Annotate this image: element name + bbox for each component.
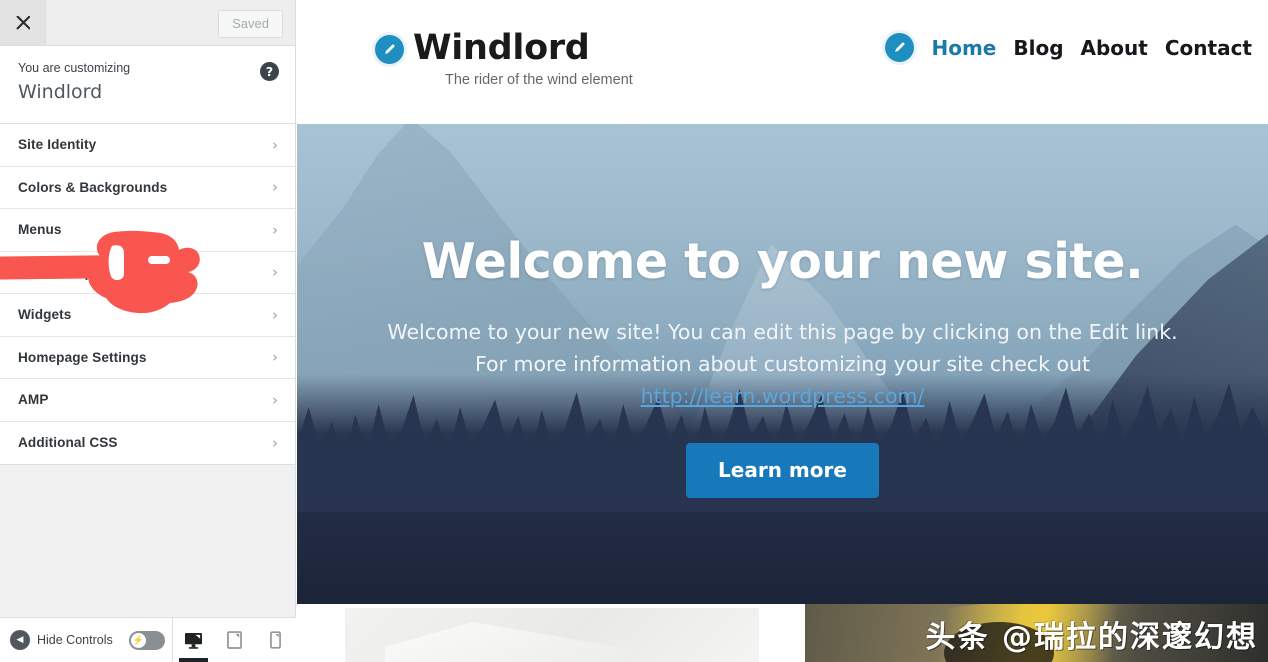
nav-link-about[interactable]: About <box>1081 36 1148 60</box>
watermark-text: 头条 @瑞拉的深邃幻想 <box>925 620 1258 655</box>
nav-link-contact[interactable]: Contact <box>1165 36 1252 60</box>
site-nav: Home Blog About Contact <box>885 33 1252 62</box>
customizing-site-name: Windlord <box>18 81 103 103</box>
tablet-icon <box>227 631 242 649</box>
hide-controls-button[interactable]: ◀ Hide Controls ⚡ <box>0 618 172 662</box>
customizer-footer: ◀ Hide Controls ⚡ <box>0 617 296 662</box>
chevron-right-icon: › <box>272 433 278 452</box>
site-title: Windlord <box>413 28 590 68</box>
lightning-bolt-icon: ⚡ <box>130 632 146 648</box>
sidebar-item-amp[interactable]: AMP › <box>0 379 295 422</box>
chevron-right-icon: › <box>272 305 278 324</box>
chevron-right-icon: › <box>272 390 278 409</box>
nav-pencil-icon[interactable] <box>885 33 915 62</box>
customizer-section-list: Site Identity › Colors & Backgrounds › M… <box>0 124 295 465</box>
hero-content: Welcome to your new site. Welcome to you… <box>297 124 1268 498</box>
hero-title: Welcome to your new site. <box>421 233 1144 290</box>
sidebar-item-label: Site Identity <box>18 137 97 153</box>
sidebar-item-widgets[interactable]: Widgets › <box>0 294 295 337</box>
saved-button[interactable]: Saved <box>218 10 283 38</box>
sidebar-item-content-options[interactable]: Content Options › <box>0 251 295 294</box>
pencil-glyph <box>895 42 906 52</box>
hero-description: Welcome to your new site! You can edit t… <box>373 316 1193 412</box>
sidebar-item-label: Widgets <box>18 307 72 323</box>
pencil-icon <box>375 35 404 64</box>
sidebar-item-label: Additional CSS <box>18 435 118 451</box>
desktop-icon <box>185 632 202 649</box>
chevron-right-icon: › <box>272 348 278 367</box>
pencil-glyph <box>385 44 395 54</box>
arrow-left-icon: ◀ <box>10 630 30 650</box>
sidebar-item-additional-css[interactable]: Additional CSS › <box>0 421 295 464</box>
branding-text: Windlord The rider of the wind element <box>413 27 633 90</box>
hide-controls-label: Hide Controls <box>37 633 113 647</box>
device-preview-buttons <box>172 618 296 662</box>
customizer-sidebar: Saved You are customizing Windlord ? Sit… <box>0 0 296 662</box>
sidebar-item-label: AMP <box>18 392 49 408</box>
customizing-info: You are customizing Windlord ? <box>0 46 295 124</box>
chevron-right-icon: › <box>272 220 278 239</box>
close-icon <box>16 15 30 29</box>
device-mobile-button[interactable] <box>255 618 296 662</box>
hero-description-text: Welcome to your new site! You can edit t… <box>387 320 1178 376</box>
sidebar-item-homepage-settings[interactable]: Homepage Settings › <box>0 336 295 379</box>
chevron-right-icon: › <box>272 178 278 197</box>
customizer-screen: Saved You are customizing Windlord ? Sit… <box>0 0 1268 662</box>
sidebar-item-label: Menus <box>18 222 62 238</box>
site-header: Windlord The rider of the wind element H… <box>297 0 1268 124</box>
chevron-right-icon: › <box>272 263 278 282</box>
customizing-label: You are customizing <box>18 61 131 75</box>
sidebar-item-menus[interactable]: Menus › <box>0 209 295 252</box>
chevron-right-icon: › <box>272 135 278 154</box>
nav-link-blog[interactable]: Blog <box>1013 36 1063 60</box>
site-preview-frame: Windlord The rider of the wind element H… <box>297 0 1268 662</box>
device-desktop-button[interactable] <box>173 618 214 662</box>
help-icon[interactable]: ? <box>260 62 279 81</box>
amp-preview-toggle[interactable]: ⚡ <box>128 630 165 650</box>
sidebar-item-colors-backgrounds[interactable]: Colors & Backgrounds › <box>0 166 295 209</box>
learn-more-button[interactable]: Learn more <box>686 443 879 498</box>
hero-banner: Welcome to your new site. Welcome to you… <box>297 124 1268 604</box>
customizer-panel-header: Saved <box>0 0 295 46</box>
mobile-icon <box>270 631 281 649</box>
site-branding[interactable]: Windlord The rider of the wind element <box>297 0 633 90</box>
sidebar-item-label: Content Options <box>18 264 126 280</box>
content-card-left[interactable] <box>345 608 759 662</box>
hero-link[interactable]: http://learn.wordpress.com/ <box>641 384 925 408</box>
device-tablet-button[interactable] <box>214 618 255 662</box>
sidebar-item-site-identity[interactable]: Site Identity › <box>0 124 295 167</box>
site-tagline: The rider of the wind element <box>445 72 633 88</box>
nav-link-home[interactable]: Home <box>931 36 996 60</box>
sidebar-item-label: Colors & Backgrounds <box>18 179 168 195</box>
close-customizer-button[interactable] <box>0 0 46 45</box>
card-left-image-shape <box>385 622 635 662</box>
sidebar-item-label: Homepage Settings <box>18 349 147 365</box>
